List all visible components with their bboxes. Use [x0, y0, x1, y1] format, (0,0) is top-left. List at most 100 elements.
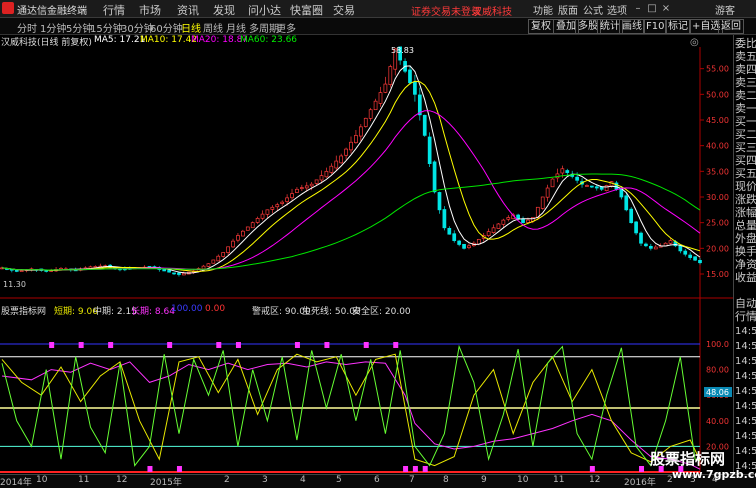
tab-weekly[interactable]: 周线	[203, 20, 223, 35]
ma60-line	[1, 173, 701, 271]
tick-time: 14:56	[735, 356, 756, 367]
indicator-tick-label: 100.0	[706, 340, 729, 349]
candle-body	[245, 226, 250, 231]
candle-body	[693, 256, 697, 261]
price-tick-label: 45.00	[706, 116, 729, 125]
price-tick-label: 40.00	[706, 142, 729, 151]
period-toolbar: 分时 1分钟 5分钟 15分钟 30分钟 60分钟 日线 周线 月线 多周期 更…	[0, 18, 756, 35]
date-tick: 4	[300, 475, 306, 485]
menu-gongneng[interactable]: 功能	[533, 2, 553, 17]
candle-body	[442, 209, 447, 229]
chart-options-icon[interactable]: ◎	[690, 37, 699, 48]
menu-banmian[interactable]: 版面	[558, 2, 578, 17]
tick-time: 14:56	[735, 386, 756, 397]
candle-body	[241, 230, 245, 237]
menu-xuanxiang[interactable]: 选项	[607, 2, 627, 17]
candle-body	[206, 263, 211, 267]
f10-button[interactable]: F10	[643, 19, 668, 34]
panel-tab[interactable]: 自动	[735, 297, 756, 310]
ma5-line	[1, 65, 701, 274]
bottom-zone-marker	[422, 466, 428, 472]
menu-item-wenxiaoda[interactable]: 问小达	[248, 2, 281, 18]
candle-body	[354, 135, 358, 144]
tab-15min[interactable]: 15分钟	[90, 20, 123, 35]
candle-body	[624, 195, 629, 211]
candle-body	[358, 126, 363, 137]
short-term-line	[1, 353, 701, 467]
candle-body	[344, 148, 348, 156]
tab-5min[interactable]: 5分钟	[66, 20, 92, 35]
quote-label: 收益	[735, 271, 756, 284]
tab-fenshi[interactable]: 分时	[17, 20, 37, 35]
maximize-icon[interactable]: □	[646, 3, 658, 14]
menu-item-kuaifuquan[interactable]: 快富圈	[290, 2, 323, 18]
candle-body	[698, 260, 702, 264]
candle-body	[177, 272, 181, 275]
candle-body	[290, 193, 294, 199]
indicator-tick-label: 40.00	[706, 417, 729, 426]
price-tick-label: 35.00	[706, 167, 729, 176]
candle-body	[496, 223, 501, 229]
tab-60min[interactable]: 60分钟	[150, 20, 183, 35]
candle-body	[457, 240, 461, 245]
trade-login-link[interactable]: 证券交易未登录	[411, 3, 481, 18]
top-zone-marker	[216, 342, 222, 348]
tab-1min[interactable]: 1分钟	[40, 20, 66, 35]
indicator-tick-label: 80.00	[706, 366, 729, 375]
menu-gongshi[interactable]: 公式	[583, 2, 603, 17]
minimize-icon[interactable]: –	[632, 3, 644, 14]
quote-label: 换手	[735, 245, 756, 258]
price-axis: 55.00 50.00 45.00 40.00 35.00 30.00 25.00 20.00…	[700, 65, 729, 279]
candle-body	[422, 114, 427, 136]
watermark-title: 股票指标网	[650, 450, 726, 468]
menu-item-jiaoyi[interactable]: 交易	[333, 2, 355, 18]
candle-body	[270, 206, 275, 210]
menu-item-hangqing[interactable]: 行情	[103, 2, 125, 18]
bottom-zone-marker	[589, 466, 595, 472]
candle-body	[334, 160, 339, 169]
candle-body	[373, 100, 378, 111]
candle-body	[639, 232, 643, 244]
tab-30min[interactable]: 30分钟	[121, 20, 154, 35]
candle-body	[368, 109, 373, 119]
quote-label: 卖二	[735, 89, 756, 102]
stock-name-link[interactable]: 汉威科技	[472, 3, 512, 18]
tick-time: 14:56	[735, 431, 756, 442]
candle-body	[575, 176, 579, 181]
candle-body	[550, 178, 555, 188]
tab-monthly[interactable]: 月线	[226, 20, 246, 35]
tab-multi-period[interactable]: 多周期	[249, 20, 279, 35]
tab-more[interactable]: 更多	[276, 20, 296, 35]
close-icon[interactable]: ×	[660, 3, 672, 14]
price-tick-label: 55.00	[706, 65, 729, 74]
price-series	[0, 46, 702, 277]
top-zone-marker	[235, 342, 241, 348]
candle-body	[226, 246, 230, 253]
date-tick: 10	[36, 475, 48, 485]
menu-item-faxian[interactable]: 发现	[213, 2, 235, 18]
candle-body	[629, 208, 634, 224]
menu-item-shichang[interactable]: 市场	[139, 2, 161, 18]
candle-body	[540, 196, 545, 209]
candle-body	[501, 219, 506, 225]
quote-label: 买五	[735, 167, 756, 180]
menu-item-zixun[interactable]: 资讯	[177, 2, 199, 18]
tick-time: 14:56	[735, 416, 756, 427]
panel-tab[interactable]: 行情	[735, 310, 756, 323]
candle-body	[447, 228, 452, 235]
candle-body	[683, 250, 688, 255]
peak-price-label: 58.83	[391, 46, 414, 55]
tick-time: 14:56	[735, 341, 756, 352]
tab-daily[interactable]: 日线	[181, 20, 201, 35]
mark-button[interactable]: 标记	[665, 19, 691, 34]
fuquan-button[interactable]: 复权	[528, 19, 554, 34]
candle-body	[432, 161, 437, 193]
draw-line-button[interactable]: 画线	[619, 19, 645, 34]
candle-body	[653, 246, 658, 250]
candle-body	[280, 201, 285, 204]
ma10-line	[1, 80, 701, 272]
candle-body	[363, 117, 368, 127]
watermark-url: www.7gpzb.com	[672, 468, 756, 481]
candle-body	[216, 255, 221, 262]
back-button[interactable]: 返回	[718, 19, 744, 34]
